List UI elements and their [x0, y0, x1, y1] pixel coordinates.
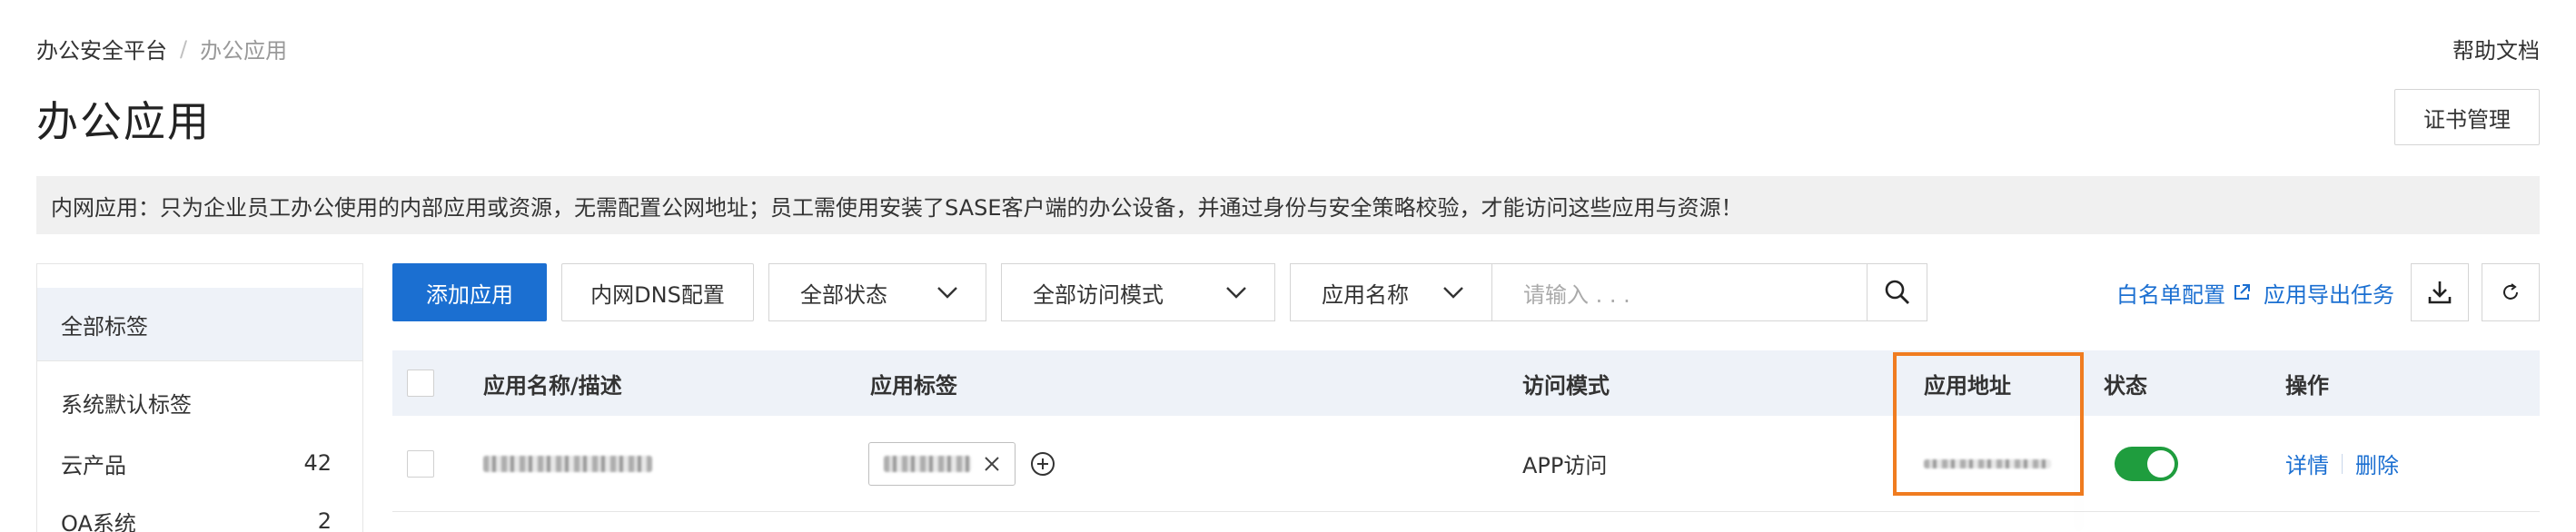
fixed-column-shadow	[2084, 416, 2085, 532]
sidebar-item-cloud-product[interactable]: 云产品 42	[37, 434, 362, 492]
close-icon[interactable]	[984, 456, 1000, 472]
row-checkbox[interactable]	[407, 449, 434, 478]
header-app-name: 应用名称/描述	[483, 372, 622, 399]
sidebar-group-title: 系统默认标签	[61, 391, 192, 418]
select-all-checkbox[interactable]	[407, 369, 434, 397]
table-row: APP访问 详情 删除	[392, 416, 2540, 512]
app-name-redacted	[483, 416, 652, 511]
download-icon	[2428, 281, 2452, 304]
breadcrumb-current: 办公应用	[200, 38, 288, 64]
export-tasks-link[interactable]: 应用导出任务	[2264, 277, 2394, 309]
chevron-down-icon	[1443, 287, 1463, 299]
breadcrumb-separator: /	[180, 35, 188, 62]
chevron-down-icon	[1226, 287, 1246, 299]
header-access-mode: 访问模式	[1522, 372, 1610, 399]
status-select[interactable]: 全部状态	[768, 263, 986, 321]
app-address-redacted	[1924, 416, 2051, 511]
sidebar-item-all-tags[interactable]: 全部标签	[37, 288, 362, 360]
status-cell	[2115, 416, 2178, 511]
header-app-tag: 应用标签	[870, 372, 957, 399]
refresh-button[interactable]	[2482, 263, 2540, 321]
search-icon	[1885, 280, 1909, 304]
sidebar-item-label: 云产品	[61, 452, 126, 478]
action-divider	[2342, 453, 2343, 474]
add-tag-icon[interactable]	[1030, 451, 1055, 477]
access-mode-select[interactable]: 全部访问模式	[1001, 263, 1275, 321]
whitelist-config-link[interactable]: 白名单配置	[2116, 277, 2251, 309]
app-tag	[868, 441, 1016, 486]
toolbar: 添加应用 内网DNS配置 全部状态 全部访问模式 应用名称 请输入 . . .	[392, 263, 1927, 321]
breadcrumb: 办公安全平台 / 办公应用	[36, 33, 287, 64]
sidebar-item-count: 42	[303, 450, 332, 476]
page: 办公安全平台 / 办公应用 帮助文档 办公应用 证书管理 内网应用：只为企业员工…	[0, 0, 2576, 532]
row-actions: 详情 删除	[2285, 448, 2399, 479]
search-combo: 应用名称 请输入 . . .	[1290, 263, 1927, 321]
redacted-tag-text	[884, 455, 971, 472]
sidebar-item-label: OA系统	[61, 510, 136, 532]
app-table: 应用名称/描述 应用标签 访问模式 应用地址 状态 操作 APP访问 详情 删除	[392, 350, 2540, 512]
status-select-value: 全部状态	[800, 281, 887, 308]
table-header: 应用名称/描述 应用标签 访问模式 应用地址 状态 操作	[392, 350, 2540, 416]
select-all-cell	[407, 350, 434, 416]
chevron-down-icon	[937, 287, 957, 299]
sidebar-item-oa-system[interactable]: OA系统 2	[37, 492, 362, 532]
status-toggle[interactable]	[2115, 446, 2178, 481]
header-actions: 操作	[2285, 372, 2329, 399]
search-input[interactable]: 请输入 . . .	[1491, 263, 1868, 321]
refresh-icon	[2503, 283, 2518, 300]
tag-sidebar: 全部标签 系统默认标签 云产品 42 OA系统 2	[36, 263, 363, 532]
access-mode-value: APP访问	[1522, 453, 1608, 478]
intranet-dns-button[interactable]: 内网DNS配置	[561, 263, 754, 321]
header-app-address: 应用地址	[1924, 372, 2011, 399]
row-select-cell	[407, 416, 434, 511]
header-status: 状态	[2104, 372, 2147, 399]
sidebar-item-count: 2	[317, 508, 332, 532]
whitelist-config-label: 白名单配置	[2116, 281, 2225, 308]
redacted-text	[483, 455, 652, 472]
cert-management-button[interactable]: 证书管理	[2394, 89, 2540, 145]
app-tag-cell	[868, 416, 1055, 511]
add-app-button[interactable]: 添加应用	[392, 263, 547, 321]
redacted-address	[1924, 458, 2051, 468]
search-field-select-value: 应用名称	[1322, 281, 1409, 308]
right-tools: 白名单配置 应用导出任务	[2116, 263, 2540, 321]
download-button[interactable]	[2411, 263, 2469, 321]
access-mode-select-value: 全部访问模式	[1033, 281, 1164, 308]
help-doc-link[interactable]: 帮助文档	[2452, 33, 2540, 64]
detail-link[interactable]: 详情	[2285, 448, 2329, 479]
search-field-select[interactable]: 应用名称	[1290, 263, 1491, 321]
page-title: 办公应用	[36, 97, 211, 146]
delete-link[interactable]: 删除	[2355, 448, 2399, 479]
actions-cell: 详情 删除	[2285, 416, 2399, 511]
breadcrumb-root[interactable]: 办公安全平台	[36, 33, 167, 64]
external-link-icon	[2234, 284, 2250, 300]
search-button[interactable]	[1868, 263, 1927, 321]
notice-banner: 内网应用：只为企业员工办公使用的内部应用或资源，无需配置公网地址；员工需使用安装…	[36, 176, 2540, 234]
